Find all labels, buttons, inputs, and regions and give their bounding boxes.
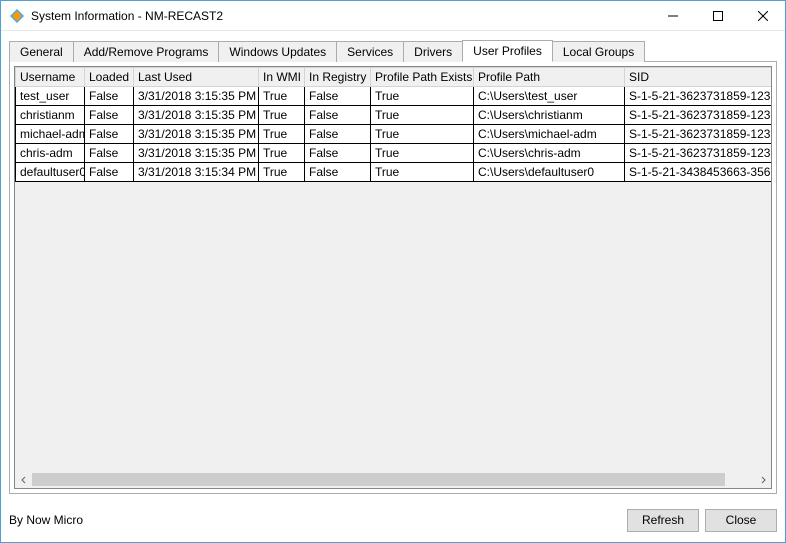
table-cell[interactable]: False xyxy=(85,106,134,125)
table-cell[interactable]: christianm xyxy=(16,106,85,125)
tab-user-profiles[interactable]: User Profiles xyxy=(462,40,553,62)
table-cell[interactable]: True xyxy=(259,144,305,163)
table-cell[interactable]: False xyxy=(305,106,371,125)
table-cell[interactable]: test_user xyxy=(16,87,85,106)
table-cell[interactable]: S-1-5-21-3623731859-1233552 xyxy=(625,87,772,106)
table-row[interactable]: michael-admFalse3/31/2018 3:15:35 PMTrue… xyxy=(16,125,772,144)
window-title: System Information - NM-RECAST2 xyxy=(31,9,223,23)
tab-services[interactable]: Services xyxy=(336,41,404,62)
col-loaded[interactable]: Loaded xyxy=(85,68,134,87)
tab-panel: Username Loaded Last Used In WMI In Regi… xyxy=(9,62,777,494)
table-cell[interactable]: True xyxy=(371,163,474,182)
window: System Information - NM-RECAST2 General … xyxy=(0,0,786,543)
close-dialog-button[interactable]: Close xyxy=(705,509,777,532)
tab-windows-updates[interactable]: Windows Updates xyxy=(218,41,337,62)
table-cell[interactable]: False xyxy=(305,163,371,182)
table-cell[interactable]: True xyxy=(371,125,474,144)
table-cell[interactable]: True xyxy=(259,125,305,144)
table-cell[interactable]: False xyxy=(85,87,134,106)
scroll-left-icon[interactable] xyxy=(15,471,32,488)
table-cell[interactable]: 3/31/2018 3:15:35 PM xyxy=(134,106,259,125)
app-icon xyxy=(9,8,25,24)
window-controls xyxy=(650,1,785,30)
table-cell[interactable]: True xyxy=(259,106,305,125)
table-cell[interactable]: True xyxy=(371,106,474,125)
tab-strip: General Add/Remove Programs Windows Upda… xyxy=(9,39,777,62)
table-cell[interactable]: C:\Users\test_user xyxy=(474,87,625,106)
table-cell[interactable]: True xyxy=(371,87,474,106)
table-cell[interactable]: michael-adm xyxy=(16,125,85,144)
close-button[interactable] xyxy=(740,1,785,30)
table-row[interactable]: test_userFalse3/31/2018 3:15:35 PMTrueFa… xyxy=(16,87,772,106)
table-cell[interactable]: S-1-5-21-3623731859-1233552 xyxy=(625,106,772,125)
col-sid[interactable]: SID xyxy=(625,68,772,87)
table-cell[interactable]: True xyxy=(259,87,305,106)
table-cell[interactable]: chris-adm xyxy=(16,144,85,163)
col-last-used[interactable]: Last Used xyxy=(134,68,259,87)
table-cell[interactable]: True xyxy=(371,144,474,163)
tab-drivers[interactable]: Drivers xyxy=(403,41,463,62)
table-cell[interactable]: True xyxy=(259,163,305,182)
table-cell[interactable]: defaultuser0 xyxy=(16,163,85,182)
minimize-button[interactable] xyxy=(650,1,695,30)
table-row[interactable]: chris-admFalse3/31/2018 3:15:35 PMTrueFa… xyxy=(16,144,772,163)
table-cell[interactable]: C:\Users\christianm xyxy=(474,106,625,125)
table-cell[interactable]: S-1-5-21-3623731859-1233552 xyxy=(625,125,772,144)
table-cell[interactable]: 3/31/2018 3:15:35 PM xyxy=(134,87,259,106)
horizontal-scrollbar[interactable] xyxy=(15,471,771,488)
table-cell[interactable]: S-1-5-21-3438453663-3562105 xyxy=(625,163,772,182)
table-cell[interactable]: 3/31/2018 3:15:35 PM xyxy=(134,125,259,144)
table-cell[interactable]: C:\Users\michael-adm xyxy=(474,125,625,144)
table-cell[interactable]: 3/31/2018 3:15:35 PM xyxy=(134,144,259,163)
refresh-button[interactable]: Refresh xyxy=(627,509,699,532)
table-cell[interactable]: S-1-5-21-3623731859-1233552 xyxy=(625,144,772,163)
tab-general[interactable]: General xyxy=(9,41,74,62)
content-area: General Add/Remove Programs Windows Upda… xyxy=(1,31,785,502)
table-cell[interactable]: False xyxy=(305,87,371,106)
titlebar[interactable]: System Information - NM-RECAST2 xyxy=(1,1,785,31)
table-cell[interactable]: 3/31/2018 3:15:34 PM xyxy=(134,163,259,182)
tab-local-groups[interactable]: Local Groups xyxy=(552,41,645,62)
table-cell[interactable]: False xyxy=(85,144,134,163)
credit-label: By Now Micro xyxy=(9,513,83,527)
col-profile-path-exists[interactable]: Profile Path Exists xyxy=(371,68,474,87)
data-grid[interactable]: Username Loaded Last Used In WMI In Regi… xyxy=(14,66,772,489)
table-row[interactable]: christianmFalse3/31/2018 3:15:35 PMTrueF… xyxy=(16,106,772,125)
scroll-right-icon[interactable] xyxy=(754,471,771,488)
col-in-wmi[interactable]: In WMI xyxy=(259,68,305,87)
maximize-button[interactable] xyxy=(695,1,740,30)
scroll-track[interactable] xyxy=(32,471,754,488)
table-cell[interactable]: False xyxy=(85,163,134,182)
table-cell[interactable]: False xyxy=(85,125,134,144)
table-cell[interactable]: C:\Users\defaultuser0 xyxy=(474,163,625,182)
col-profile-path[interactable]: Profile Path xyxy=(474,68,625,87)
grid-header: Username Loaded Last Used In WMI In Regi… xyxy=(16,68,772,87)
table-cell[interactable]: False xyxy=(305,144,371,163)
table-cell[interactable]: False xyxy=(305,125,371,144)
col-in-registry[interactable]: In Registry xyxy=(305,68,371,87)
scroll-thumb[interactable] xyxy=(32,473,725,486)
table-cell[interactable]: C:\Users\chris-adm xyxy=(474,144,625,163)
tab-add-remove-programs[interactable]: Add/Remove Programs xyxy=(73,41,220,62)
grid-empty-area xyxy=(15,182,771,471)
footer: By Now Micro Refresh Close xyxy=(1,502,785,542)
grid-body: Username Loaded Last Used In WMI In Regi… xyxy=(15,67,771,182)
col-username[interactable]: Username xyxy=(16,68,85,87)
table-row[interactable]: defaultuser0False3/31/2018 3:15:34 PMTru… xyxy=(16,163,772,182)
